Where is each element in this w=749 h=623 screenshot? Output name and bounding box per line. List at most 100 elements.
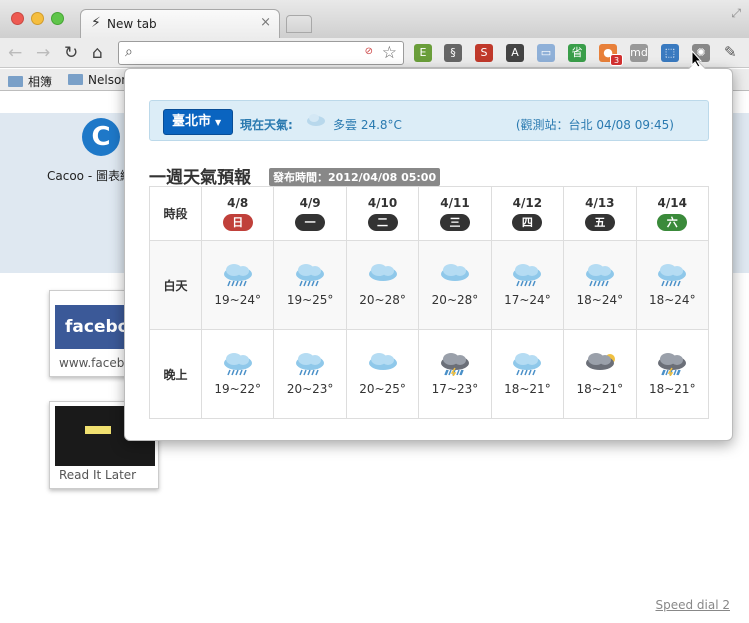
forecast-date: 4/10 <box>367 196 398 210</box>
night-temperature: 20~25° <box>359 382 406 396</box>
weekday-badge: 一 <box>295 214 326 231</box>
weather-popup: 臺北市 ▼ 現在天氣: 多雲 24.8°C (觀測站：台北 04/08 09:45… <box>124 59 733 441</box>
reload-button[interactable]: ↻ <box>64 43 78 63</box>
weekday-badge: 日 <box>222 214 253 231</box>
bookmark-star-icon[interactable]: ☆ <box>382 43 397 63</box>
clip-icon[interactable]: § <box>444 44 462 62</box>
bookmark-folder-nelson[interactable]: Nelson <box>68 73 129 87</box>
fullscreen-icon[interactable]: ⤢ <box>731 6 741 21</box>
forecast-date-header: 4/9 一 <box>273 186 347 241</box>
cloud-weather-icon <box>368 353 397 370</box>
forecast-day-cell: 20~28° <box>418 240 492 330</box>
tab-title: New tab <box>107 17 157 31</box>
close-window-button[interactable] <box>11 12 24 25</box>
row-label-night: 晚上 <box>149 329 202 419</box>
notification-badge: 3 <box>610 54 623 66</box>
tile-label: Read It Later <box>59 468 137 482</box>
rain-weather-icon <box>585 264 614 287</box>
forecast-day-cell: 20~28° <box>345 240 420 330</box>
forecast-night-cell: 20~25° <box>345 329 420 419</box>
forecast-date-header: 4/14 六 <box>635 186 710 241</box>
font-icon[interactable]: A <box>506 44 524 62</box>
day-temperature: 18~24° <box>648 293 696 307</box>
current-weather-label: 現在天氣: <box>240 118 293 132</box>
forecast-night-cell: 18~21° <box>563 329 637 419</box>
back-button[interactable]: ← <box>8 43 22 63</box>
rain-weather-icon <box>223 353 252 376</box>
forecast-date: 4/11 <box>440 196 470 210</box>
save-icon[interactable]: 省 <box>568 44 586 62</box>
rain-weather-icon <box>223 264 252 287</box>
weekly-forecast-title: 一週天氣預報 <box>149 168 251 188</box>
row-label-period: 時段 <box>149 186 202 241</box>
cloud-weather-icon <box>440 264 469 281</box>
city-dropdown[interactable]: 臺北市 ▼ <box>163 109 233 135</box>
zoom-window-button[interactable] <box>51 12 64 25</box>
bookmark-label: 相簿 <box>28 75 53 89</box>
forecast-date-header: 4/13 五 <box>563 186 637 241</box>
forecast-day-cell: 19~24° <box>200 240 275 330</box>
home-button[interactable]: ⌂ <box>92 43 103 63</box>
day-temperature: 18~24° <box>576 293 624 307</box>
forward-button[interactable]: → <box>36 43 50 63</box>
day-temperature: 20~28° <box>359 293 406 307</box>
darkcloud-weather-icon <box>585 353 615 370</box>
forecast-date-header: 4/8 日 <box>200 186 275 241</box>
address-bar[interactable]: ⌕ ⊘ ☆ <box>118 41 404 65</box>
minimize-window-button[interactable] <box>31 12 44 25</box>
forecast-day-cell: 18~24° <box>635 240 710 330</box>
forecast-day-cell: 17~24° <box>490 240 565 330</box>
bookmark-folder-album[interactable]: 相簿 <box>8 73 52 90</box>
day-temperature: 17~24° <box>504 293 551 307</box>
night-temperature: 17~23° <box>431 382 479 396</box>
station-info: (觀測站：台北 04/08 09:45) <box>515 118 674 132</box>
row-label-day: 白天 <box>149 240 202 330</box>
cacoo-label[interactable]: Cacoo - 圖表編 <box>47 167 132 184</box>
weekday-badge: 二 <box>367 214 398 231</box>
lightning-icon: ⚡ <box>91 15 101 31</box>
rain-weather-icon <box>296 353 325 376</box>
tile-label: www.faceb <box>59 356 125 370</box>
weekday-badge: 六 <box>657 214 688 231</box>
caret-down-icon: ▼ <box>215 118 222 127</box>
cloud-weather-icon <box>368 264 397 281</box>
city-label: 臺北市 <box>172 114 212 129</box>
close-tab-icon[interactable]: × <box>260 15 271 30</box>
forecast-night-cell: 17~23° <box>418 329 492 419</box>
night-temperature: 18~21° <box>576 382 624 396</box>
forecast-table: 時段 4/8 日 4/9 一 4/10 二 4/11 三 4/12 四 4/13 五 4/14 六 白天 19… <box>149 186 710 419</box>
night-temperature: 18~21° <box>504 382 551 396</box>
night-temperature: 19~22° <box>214 382 261 396</box>
folder-icon <box>68 74 83 85</box>
cacoo-logo-icon[interactable]: C <box>82 118 120 156</box>
current-weather-value: 多雲 24.8°C <box>333 118 402 132</box>
forecast-night-cell: 18~21° <box>490 329 565 419</box>
day-temperature: 20~28° <box>431 293 479 307</box>
current-weather-bar: 臺北市 ▼ 現在天氣: 多雲 24.8°C (觀測站：台北 04/08 09:45… <box>149 100 709 141</box>
screenshot-icon[interactable]: ⬚ <box>661 44 679 62</box>
search-icon: ⌕ <box>125 44 133 60</box>
rain-weather-icon <box>513 264 542 287</box>
evernote-icon[interactable]: E <box>414 44 432 62</box>
cloud-icon <box>307 114 325 126</box>
tab-new-tab[interactable]: ⚡ New tab × <box>80 9 280 39</box>
s-icon[interactable]: S <box>475 44 493 62</box>
wrench-icon[interactable]: ✎ <box>724 42 737 62</box>
rain-weather-icon <box>513 353 542 376</box>
forecast-date: 4/9 <box>299 196 321 210</box>
bookmark-label: Nelson <box>88 73 129 87</box>
forecast-date: 4/14 <box>657 196 687 210</box>
muted-icon[interactable]: ⊘ <box>365 46 373 57</box>
forecast-day-cell: 18~24° <box>563 240 637 330</box>
forecast-night-cell: 20~23° <box>273 329 347 419</box>
day-temperature: 19~24° <box>214 293 261 307</box>
folder-icon[interactable]: ▭ <box>537 44 555 62</box>
md-icon[interactable]: md <box>630 44 648 62</box>
new-tab-button[interactable] <box>286 15 312 33</box>
speed-dial-link[interactable]: Speed dial 2 <box>655 598 730 612</box>
forecast-date-header: 4/10 二 <box>345 186 420 241</box>
forecast-date-header: 4/12 四 <box>490 186 565 241</box>
forecast-day-cell: 19~25° <box>273 240 347 330</box>
storm-weather-icon <box>658 353 687 376</box>
weekday-badge: 三 <box>439 214 470 231</box>
